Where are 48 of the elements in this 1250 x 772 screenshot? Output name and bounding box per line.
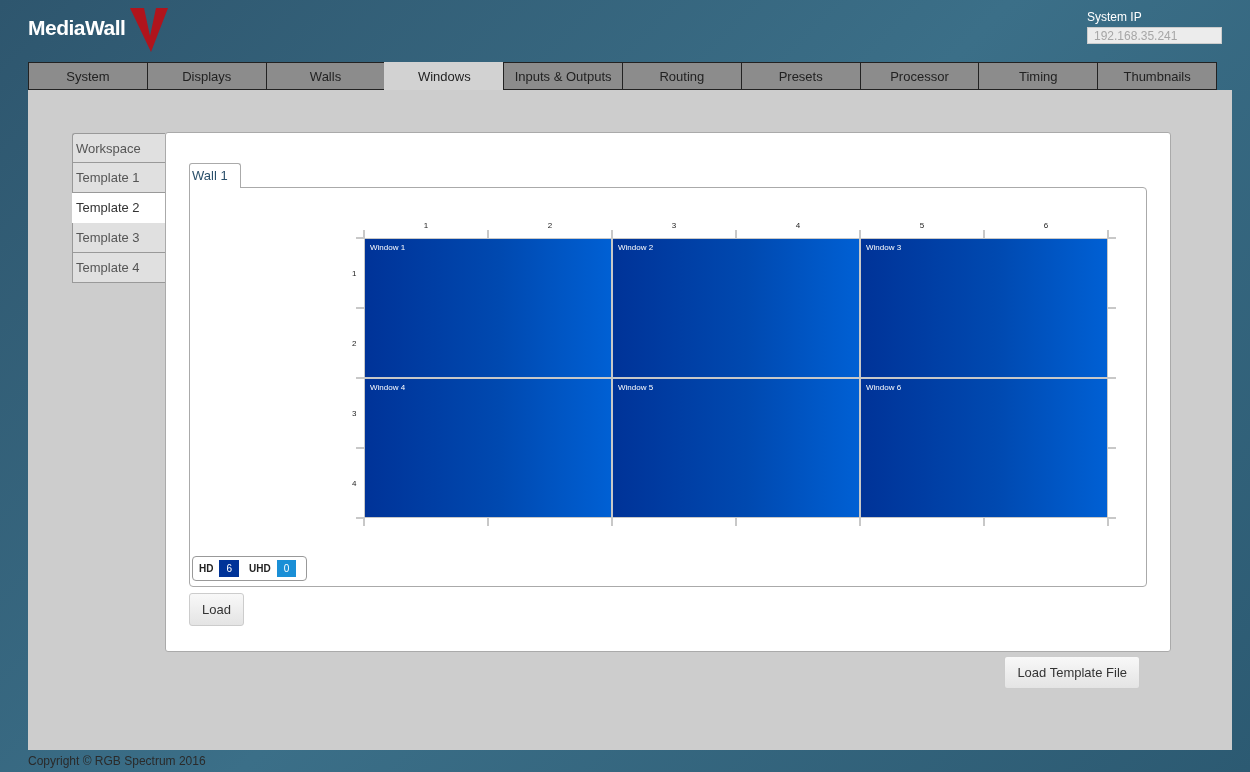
nav-tab[interactable]: Windows: [384, 62, 504, 90]
wall-window[interactable]: Window 6: [860, 378, 1108, 518]
row-number: 3: [352, 408, 357, 418]
window-label: Window 5: [618, 383, 654, 392]
wall-tab[interactable]: Wall 1: [189, 163, 241, 188]
window-label: Window 1: [370, 243, 406, 252]
window-label: Window 6: [866, 383, 902, 392]
legend-count: 0: [276, 560, 297, 577]
column-number: 4: [795, 220, 801, 230]
wall-window[interactable]: Window 4: [364, 378, 612, 518]
window-label: Window 4: [370, 383, 406, 392]
legend-label: HD: [199, 563, 214, 574]
wall-window[interactable]: Window 3: [860, 238, 1108, 378]
window-label: Window 3: [866, 243, 902, 252]
template-tab[interactable]: Template 2: [72, 193, 165, 223]
column-number: 6: [1043, 220, 1049, 230]
template-tab[interactable]: Workspace: [72, 133, 165, 163]
wall-window[interactable]: Window 1: [364, 238, 612, 378]
template-tab[interactable]: Template 1: [72, 163, 165, 193]
column-number: 2: [547, 220, 553, 230]
nav-tab[interactable]: Thumbnails: [1097, 62, 1217, 90]
nav-tab[interactable]: Processor: [859, 62, 979, 90]
template-tab[interactable]: Template 3: [72, 223, 165, 253]
logo-text: MediaWall: [28, 16, 126, 40]
legend-count: 6: [219, 560, 239, 577]
row-number: 1: [352, 268, 357, 278]
wall-window[interactable]: Window 2: [612, 238, 860, 378]
row-number: 2: [352, 338, 357, 348]
row-number: 4: [352, 478, 357, 488]
nav-tab[interactable]: Timing: [978, 62, 1098, 90]
column-number: 1: [423, 220, 429, 230]
load-template-file-button[interactable]: Load Template File: [1004, 656, 1140, 689]
nav-tab[interactable]: Presets: [740, 62, 860, 90]
column-number: 5: [919, 220, 925, 230]
copyright-text: Copyright © RGB Spectrum 2016: [28, 754, 206, 768]
nav-tab[interactable]: Inputs & Outputs: [503, 62, 622, 90]
system-ip-label: System IP: [1087, 10, 1143, 24]
nav-tab[interactable]: System: [28, 62, 147, 90]
nav-tab[interactable]: Routing: [622, 62, 741, 90]
window-label: Window 2: [618, 243, 654, 252]
nav-tab[interactable]: Walls: [265, 62, 385, 90]
nav-tab[interactable]: Displays: [146, 62, 266, 90]
load-button[interactable]: Load: [189, 593, 244, 626]
wall-window[interactable]: Window 5: [612, 378, 860, 518]
column-number: 3: [671, 220, 677, 230]
template-tab[interactable]: Template 4: [72, 253, 165, 283]
chevron-icon: [130, 8, 168, 52]
legend-label: UHD: [249, 563, 271, 574]
